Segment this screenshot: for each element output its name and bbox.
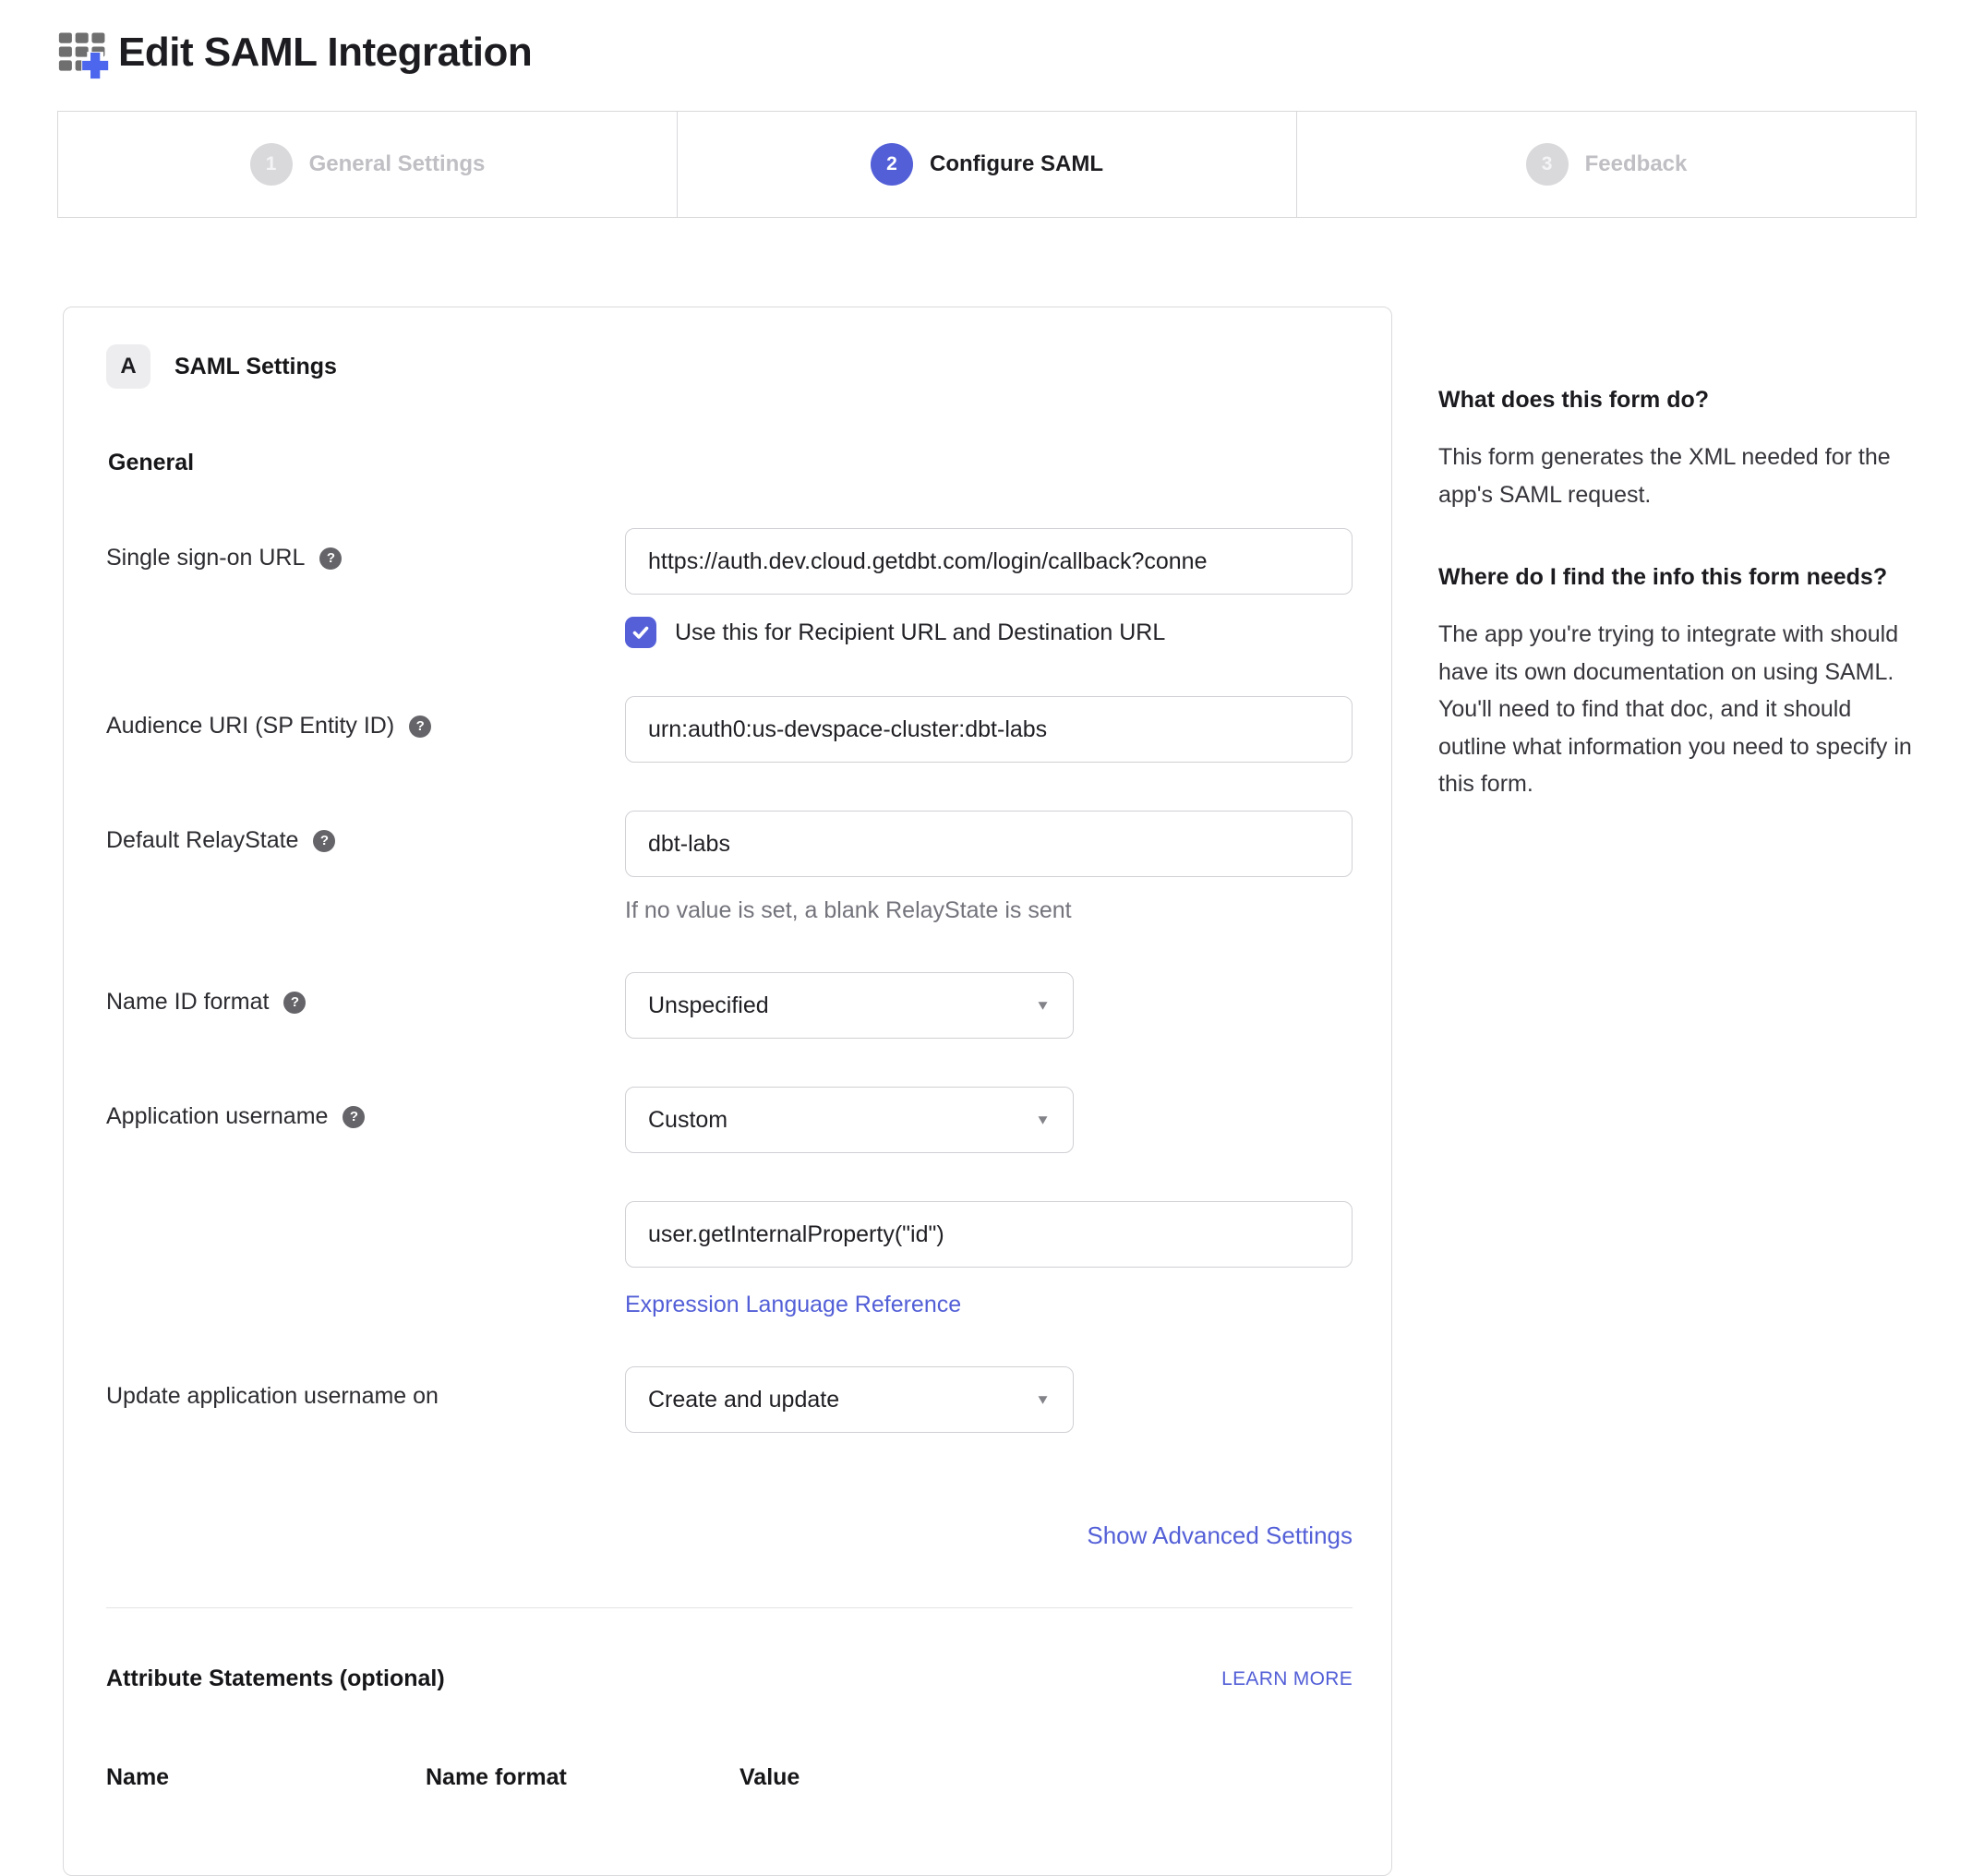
chevron-down-icon xyxy=(1035,998,1051,1014)
update-username-select[interactable]: Create and update xyxy=(625,1366,1074,1433)
relaystate-hint: If no value is set, a blank RelayState i… xyxy=(625,897,1353,924)
step-general-settings[interactable]: 1 General Settings xyxy=(58,112,677,217)
help-icon[interactable] xyxy=(343,1106,365,1128)
update-username-label: Update application username on xyxy=(106,1383,439,1410)
app-username-select[interactable]: Custom xyxy=(625,1087,1074,1153)
app-username-row: Application username Custom xyxy=(106,1087,1353,1153)
column-value: Value xyxy=(740,1764,800,1791)
audience-uri-row: Audience URI (SP Entity ID) xyxy=(106,696,1353,763)
step-feedback[interactable]: 3 Feedback xyxy=(1296,112,1916,217)
chevron-down-icon xyxy=(1035,1392,1051,1408)
content-area: A SAML Settings General Single sign-on U… xyxy=(63,307,1920,1876)
attribute-statements-header: Attribute Statements (optional) LEARN MO… xyxy=(106,1666,1353,1692)
nameid-format-select[interactable]: Unspecified xyxy=(625,972,1074,1039)
audience-uri-label: Audience URI (SP Entity ID) xyxy=(106,713,394,740)
update-username-row: Update application username on Create an… xyxy=(106,1366,1353,1433)
audience-uri-input[interactable] xyxy=(625,696,1353,763)
step-number-badge: 1 xyxy=(250,143,293,186)
page-header: Edit SAML Integration xyxy=(57,26,1917,79)
recipient-url-checkbox-row: Use this for Recipient URL and Destinati… xyxy=(625,617,1353,648)
saml-settings-card: A SAML Settings General Single sign-on U… xyxy=(63,307,1392,1876)
attribute-table-header: Name Name format Value xyxy=(106,1764,1353,1791)
saml-form: Single sign-on URL Use this for Recipien… xyxy=(106,528,1353,1791)
nameid-format-label: Name ID format xyxy=(106,989,269,1016)
help-answer-1: This form generates the XML needed for t… xyxy=(1438,439,1918,513)
help-icon[interactable] xyxy=(313,830,335,852)
help-question-1: What does this form do? xyxy=(1438,384,1918,416)
help-icon[interactable] xyxy=(283,992,306,1014)
chevron-down-icon xyxy=(1035,1112,1051,1128)
step-configure-saml[interactable]: 2 Configure SAML xyxy=(677,112,1296,217)
attribute-statements-title: Attribute Statements (optional) xyxy=(106,1666,445,1692)
section-a-badge: A xyxy=(106,344,150,389)
relaystate-row: Default RelayState If no value is set, a… xyxy=(106,811,1353,924)
column-name-format: Name format xyxy=(426,1764,740,1791)
help-icon[interactable] xyxy=(409,716,431,738)
help-sidebar: What does this form do? This form genera… xyxy=(1438,307,1918,851)
app-username-label: Application username xyxy=(106,1103,328,1130)
recipient-url-checkbox-label[interactable]: Use this for Recipient URL and Destinati… xyxy=(675,619,1165,646)
sso-url-label: Single sign-on URL xyxy=(106,545,305,571)
help-answer-2: The app you're trying to integrate with … xyxy=(1438,616,1918,803)
learn-more-link[interactable]: LEARN MORE xyxy=(1221,1668,1353,1690)
show-advanced-settings-link[interactable]: Show Advanced Settings xyxy=(1087,1521,1353,1550)
help-question-2: Where do I find the info this form needs… xyxy=(1438,561,1918,594)
sso-url-input[interactable] xyxy=(625,528,1353,595)
page-title: Edit SAML Integration xyxy=(118,30,532,76)
expression-language-reference-link[interactable]: Expression Language Reference xyxy=(625,1292,961,1318)
custom-expression-row: Expression Language Reference xyxy=(106,1201,1353,1318)
saml-settings-header: A SAML Settings xyxy=(106,344,1353,389)
relaystate-label: Default RelayState xyxy=(106,827,298,854)
help-icon[interactable] xyxy=(319,547,342,570)
use-for-recipient-checkbox[interactable] xyxy=(625,617,656,648)
custom-expression-input[interactable] xyxy=(625,1201,1353,1268)
saml-settings-title: SAML Settings xyxy=(174,354,337,380)
checkmark-icon xyxy=(631,623,650,642)
general-section-heading: General xyxy=(108,450,1353,476)
grid-plus-icon xyxy=(57,26,111,79)
step-number-badge: 2 xyxy=(871,143,913,186)
step-number-badge: 3 xyxy=(1526,143,1569,186)
wizard-stepper: 1 General Settings 2 Configure SAML 3 Fe… xyxy=(57,111,1917,218)
sso-url-row: Single sign-on URL Use this for Recipien… xyxy=(106,528,1353,648)
section-divider xyxy=(106,1607,1353,1608)
relaystate-input[interactable] xyxy=(625,811,1353,877)
column-name: Name xyxy=(106,1764,426,1791)
nameid-format-row: Name ID format Unspecified xyxy=(106,972,1353,1039)
